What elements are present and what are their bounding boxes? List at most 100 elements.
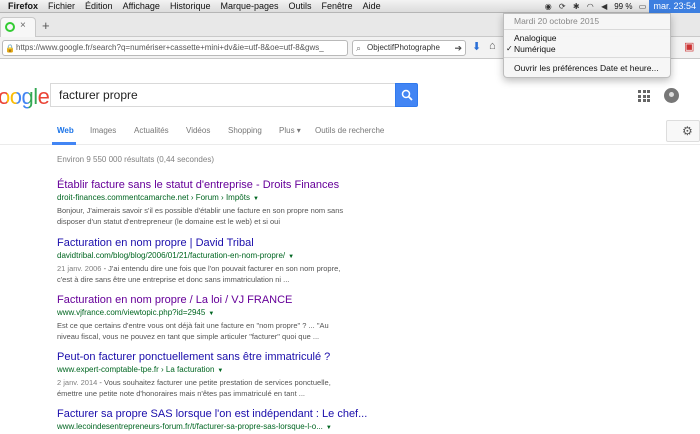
menu-affichage[interactable]: Affichage — [118, 1, 165, 11]
gear-icon: ⚙ — [682, 124, 693, 138]
google-logo[interactable]: oogle — [0, 84, 50, 110]
google-search-input[interactable]: facturer propre — [50, 83, 395, 107]
menu-bar: Firefox Fichier Édition Affichage Histor… — [0, 0, 700, 13]
menu-outils[interactable]: Outils — [284, 1, 317, 11]
tab-search-tools[interactable]: Outils de recherche — [315, 126, 384, 135]
result-snippet: 2 janv. 2014 - Vous souhaitez facturer u… — [57, 377, 357, 399]
url-menu-icon[interactable]: ▼ — [208, 311, 214, 317]
search-tabs: Web Images Actualités Vidéos Shopping Pl… — [0, 118, 700, 145]
snippet-line: Bonjour, J'aimerais savoir s'il es possi… — [57, 206, 344, 215]
home-icon[interactable]: ⌂ — [489, 40, 496, 52]
result-url: www.vjfrance.com/viewtopic.php?id=2945 ▼ — [57, 307, 617, 320]
menu-item-numerique[interactable]: Numérique — [514, 44, 556, 54]
checkmark-icon: ✓ — [506, 44, 513, 53]
menu-fichier[interactable]: Fichier — [43, 1, 80, 11]
tab-web[interactable]: Web — [57, 126, 74, 135]
menubar-status-area: ◉ ⟳ ✱ ◠ ◀ 99 % ▭ mar. 23:54 — [541, 0, 700, 13]
snippet-line: 21 janv. 2006 - J'ai entendu dire une fo… — [57, 264, 341, 273]
snippet-line: 2 janv. 2014 - Vous souhaitez facturer u… — [57, 378, 331, 387]
url-menu-icon[interactable]: ▼ — [326, 425, 332, 431]
search-go-icon[interactable]: ➔ — [454, 41, 462, 55]
menu-aide[interactable]: Aide — [358, 1, 386, 11]
tab-images[interactable]: Images — [90, 126, 116, 135]
result-date: 2 janv. 2014 — [57, 378, 98, 387]
dropdown-arrow-icon: ▾ — [296, 126, 301, 135]
snippet-line: c'est à dire sans être une entreprise et… — [57, 275, 290, 284]
menu-historique[interactable]: Historique — [165, 1, 216, 11]
result-title[interactable]: Facturation en nom propre | David Tribal — [57, 236, 617, 250]
url-menu-icon[interactable]: ▼ — [217, 368, 223, 374]
browser-tab[interactable]: × — [0, 17, 36, 37]
snippet-text: J'ai entendu dire une fois que l'on pouv… — [108, 264, 341, 273]
menu-fenetre[interactable]: Fenêtre — [317, 1, 358, 11]
active-tab-indicator — [52, 142, 76, 145]
tab-shopping[interactable]: Shopping — [228, 126, 262, 135]
result-title[interactable]: Établir facture sans le statut d'entrepr… — [57, 178, 617, 192]
battery-icon[interactable]: ▭ — [635, 2, 649, 11]
menu-marque-pages[interactable]: Marque-pages — [215, 1, 283, 11]
result-url: droit-finances.commentcamarche.net › For… — [57, 192, 617, 205]
browser-search-field[interactable]: ⌕ ObjectifPhotographe ➔ — [352, 40, 466, 56]
result-stats: Environ 9 550 000 résultats (0,44 second… — [57, 155, 214, 164]
eye-icon[interactable]: ◉ — [541, 2, 555, 11]
search-result: Peut-on facturer ponctuellement sans êtr… — [57, 350, 617, 399]
magnifier-icon — [401, 89, 413, 101]
result-title[interactable]: Peut-on facturer ponctuellement sans êtr… — [57, 350, 617, 364]
search-engine-icon: ⌕ — [356, 43, 362, 53]
google-logo-text: oogle — [0, 84, 50, 109]
result-url-text: www.expert-comptable-tpe.fr › La factura… — [57, 365, 215, 374]
result-date: 21 janv. 2006 — [57, 264, 102, 273]
tab-videos[interactable]: Vidéos — [186, 126, 210, 135]
result-snippet: Est ce que certains d'entre vous ont déj… — [57, 320, 357, 342]
menu-app-firefox[interactable]: Firefox — [0, 1, 43, 11]
menu-separator — [504, 29, 670, 30]
addon-icon[interactable]: ▣ — [684, 40, 694, 53]
result-url: davidtribal.com/blog/blog/2006/01/21/fac… — [57, 250, 617, 263]
bluetooth-icon[interactable]: ✱ — [569, 2, 583, 11]
search-result: Facturation en nom propre / La loi / VJ … — [57, 293, 617, 342]
snippet-line: Est ce que certains d'entre vous ont déj… — [57, 321, 329, 330]
apps-grid-icon[interactable] — [638, 90, 650, 102]
settings-button[interactable]: ⚙ — [666, 120, 700, 142]
snippet-line: émettre une petite note d'honoraires mai… — [57, 389, 305, 398]
loading-icon — [5, 22, 15, 32]
result-url-text: davidtribal.com/blog/blog/2006/01/21/fac… — [57, 251, 286, 260]
url-bar[interactable]: 🔒 https://www.google.fr/search?q=numéris… — [2, 40, 348, 56]
wifi-icon[interactable]: ◠ — [583, 2, 597, 11]
lock-icon: 🔒 — [5, 44, 15, 53]
tab-plus[interactable]: Plus ▾ — [279, 126, 301, 135]
account-avatar[interactable] — [664, 88, 679, 103]
url-menu-icon[interactable]: ▼ — [253, 196, 259, 202]
new-tab-icon[interactable]: + — [42, 18, 50, 33]
result-title[interactable]: Facturer sa propre SAS lorsque l'on est … — [57, 407, 617, 421]
battery-percent[interactable]: 99 % — [611, 2, 635, 11]
result-url-text: droit-finances.commentcamarche.net › For… — [57, 193, 250, 202]
result-url: www.lecoindesentrepreneurs-forum.fr/t/fa… — [57, 421, 617, 434]
volume-icon[interactable]: ◀ — [597, 2, 611, 11]
search-result: Établir facture sans le statut d'entrepr… — [57, 178, 617, 227]
snippet-line: disposer d'un statut d'entrepreneur (le … — [57, 217, 280, 226]
result-snippet: Bonjour, J'aimerais savoir s'il es possi… — [57, 205, 357, 227]
url-menu-icon[interactable]: ▼ — [288, 254, 294, 260]
google-search-button[interactable] — [395, 83, 418, 107]
menu-item-analogique[interactable]: Analogique — [514, 33, 557, 43]
search-field-text: ObjectifPhotographe — [367, 43, 440, 52]
result-title[interactable]: Facturation en nom propre / La loi / VJ … — [57, 293, 617, 307]
menubar-clock[interactable]: mar. 23:54 — [649, 0, 700, 13]
menu-item-preferences[interactable]: Ouvrir les préférences Date et heure... — [514, 63, 659, 73]
result-url-text: www.vjfrance.com/viewtopic.php?id=2945 — [57, 308, 206, 317]
snippet-line: niveau fiscal, vous ne pouvez en tant qu… — [57, 332, 320, 341]
url-text: https://www.google.fr/search?q=numériser… — [16, 43, 324, 52]
close-tab-icon[interactable]: × — [20, 20, 26, 31]
result-snippet: 21 janv. 2006 - J'ai entendu dire une fo… — [57, 263, 357, 285]
tab-plus-label: Plus — [279, 126, 295, 135]
clock-menu: Mardi 20 octobre 2015 Analogique ✓ Numér… — [503, 13, 671, 78]
result-url: www.expert-comptable-tpe.fr › La factura… — [57, 364, 617, 377]
snippet-text: Vous souhaitez facturer une petite prest… — [103, 378, 331, 387]
download-icon[interactable]: ⬇ — [472, 40, 481, 53]
search-result: Facturation en nom propre | David Tribal… — [57, 236, 617, 285]
menu-separator — [504, 57, 670, 58]
sync-icon[interactable]: ⟳ — [555, 2, 569, 11]
tab-actualites[interactable]: Actualités — [134, 126, 169, 135]
menu-edition[interactable]: Édition — [80, 1, 118, 11]
